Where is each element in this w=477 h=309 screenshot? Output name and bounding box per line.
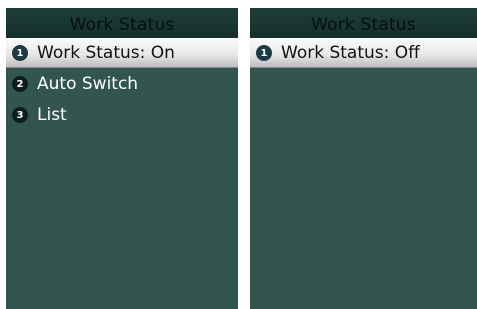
number-3-icon: 3 <box>12 107 28 123</box>
menu-item-work-status[interactable]: 1 Work Status: On <box>6 38 238 68</box>
menu-item-label: Work Status: Off <box>281 43 420 63</box>
screen-work-status-menu: Work Status 1 Work Status: On 2 Auto Swi… <box>6 8 238 309</box>
number-1-icon: 1 <box>256 45 272 61</box>
menu-item-auto-switch[interactable]: 2 Auto Switch <box>6 69 238 99</box>
menu-item-label: Work Status: On <box>37 43 175 63</box>
title-bar: Work Status <box>250 8 477 38</box>
screen-title: Work Status <box>69 15 175 35</box>
menu-item-work-status-off[interactable]: 1 Work Status: Off <box>250 38 477 68</box>
menu-list: 1 Work Status: On 2 Auto Switch 3 List <box>6 38 238 130</box>
menu-item-list[interactable]: 3 List <box>6 100 238 130</box>
menu-item-label: Auto Switch <box>37 74 139 94</box>
menu-item-label: List <box>37 105 67 125</box>
title-bar: Work Status <box>6 8 238 38</box>
screen-work-status-options: Work Status 1 Work Status: Off <box>250 8 477 309</box>
menu-list: 1 Work Status: Off <box>250 38 477 68</box>
screen-title: Work Status <box>311 15 416 35</box>
number-1-icon: 1 <box>12 45 28 61</box>
number-2-icon: 2 <box>12 76 28 92</box>
